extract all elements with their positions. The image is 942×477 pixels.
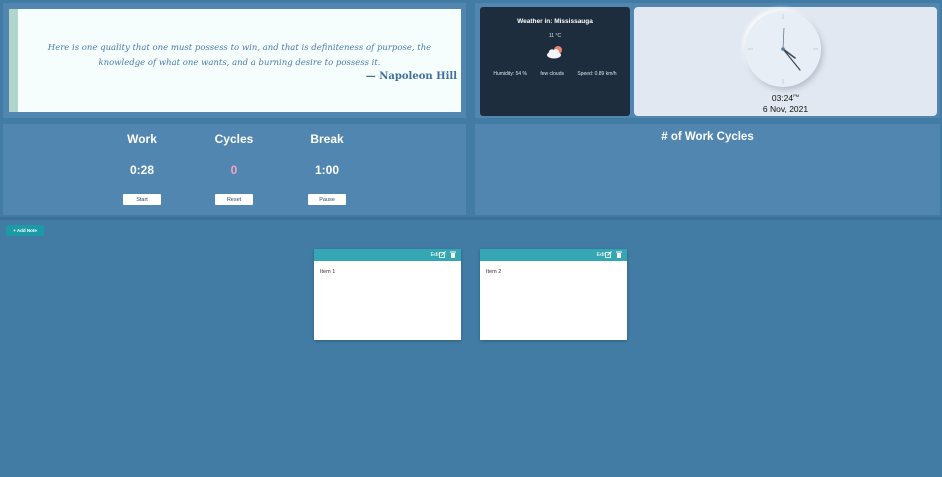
weather-wind-speed: Speed: 0.89 km/h [577,71,617,77]
cycles-label: Cycles [214,132,254,146]
pomodoro-panel: Work 0:28 Start Cycles 0 Reset Break 1:0… [3,124,466,215]
trash-icon[interactable] [450,251,456,258]
quote-text: Here is one quality that one must posses… [47,43,432,68]
time-value: 03:24 [771,93,794,103]
trash-icon[interactable] [616,251,622,258]
work-label: Work [127,132,157,146]
add-note-button[interactable]: + Add Note [6,225,44,236]
clock-hands-icon [748,14,818,84]
note-text[interactable]: Item 2 [480,261,627,283]
note-header: Edit [314,249,461,261]
edit-icon[interactable] [439,251,446,258]
section-divider [0,217,942,220]
weather-conditions: few clouds [540,71,564,77]
weather-title: Weather in: Mississauga [517,18,593,25]
quote-author: — Napoleon Hill [365,71,457,82]
analog-clock [745,11,821,87]
work-cycles-title: # of Work Cycles [661,131,754,143]
work-cycles-panel: # of Work Cycles [475,124,940,215]
note-header: Edit [480,249,627,261]
edit-icon[interactable] [605,251,612,258]
pause-button[interactable]: Pause [308,194,346,205]
note-card: Edit Item 2 [480,249,627,340]
note-card: Edit Item 1 [314,249,461,340]
cycles-count: 0 [230,163,238,177]
clock-widget: 03:24PM 6 Nov, 2021 [634,7,937,116]
time-ampm: PM [793,93,800,98]
partly-cloudy-icon [547,46,562,59]
weather-details: Humidity: 54 % few clouds Speed: 0.89 km… [480,71,630,77]
weather-humidity: Humidity: 54 % [493,71,527,77]
work-column: Work 0:28 Start [102,124,182,215]
break-column: Break 1:00 Pause [287,124,367,215]
quote-panel: Here is one quality that one must posses… [3,3,466,118]
quote-card: Here is one quality that one must posses… [9,9,461,112]
note-text[interactable]: Item 1 [314,261,461,283]
break-label: Break [310,132,344,146]
cycles-column: Cycles 0 Reset [194,124,274,215]
current-date: 6 Nov, 2021 [762,104,809,114]
reset-button[interactable]: Reset [215,194,253,205]
weather-widget: Weather in: Mississauga 11 °C Humidity: … [480,7,630,116]
work-timer: 0:28 [129,163,155,177]
start-button[interactable]: Start [123,194,161,205]
weather-temperature: 11 °C [548,33,562,39]
break-timer: 1:00 [314,163,340,177]
weather-clock-panel: Weather in: Mississauga 11 °C Humidity: … [475,3,940,118]
digital-time: 03:24PM [634,93,937,103]
